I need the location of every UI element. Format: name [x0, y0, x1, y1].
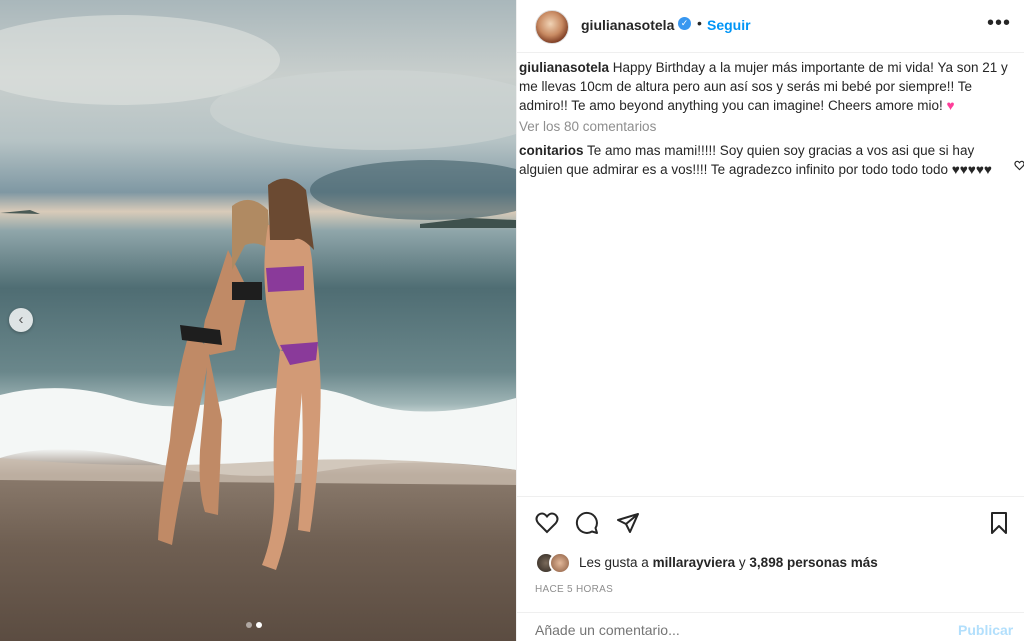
likes-and: y	[738, 555, 746, 570]
beach-photo-illustration	[0, 15, 516, 570]
view-all-comments-link[interactable]: Ver los 80 comentarios	[519, 119, 656, 134]
avatar[interactable]	[535, 10, 569, 44]
carousel-prev-button[interactable]: ‹	[9, 308, 33, 332]
likes-count-link[interactable]: 3,898 personas más	[749, 555, 877, 570]
bookmark-icon[interactable]	[987, 511, 1013, 537]
comment-like-icon[interactable]	[1014, 160, 1024, 174]
comment-username[interactable]: conitarios	[519, 143, 584, 158]
liker-username[interactable]: millarayviera	[653, 555, 736, 570]
carousel-indicator	[246, 622, 262, 628]
comment-bubble-icon[interactable]	[575, 511, 601, 537]
likes-text: Les gusta a millarayviera y 3,898 person…	[579, 555, 878, 570]
verified-badge-icon: ✓	[678, 17, 691, 30]
post-photo[interactable]: ‹	[0, 0, 516, 641]
post-actions	[517, 496, 1024, 549]
post-header: giulianasotela ✓ • Seguir •••	[517, 0, 1024, 53]
caption-username[interactable]: giulianasotela	[519, 60, 609, 75]
heart-outline-icon[interactable]	[535, 511, 561, 537]
follow-button[interactable]: Seguir	[707, 17, 751, 33]
chevron-left-icon: ‹	[18, 311, 24, 328]
post-author-username[interactable]: giulianasotela	[581, 17, 674, 33]
paper-plane-icon[interactable]	[616, 511, 642, 537]
post-timestamp: HACE 5 HORAS	[535, 584, 614, 595]
header-separator: •	[697, 15, 702, 31]
liker-avatar	[549, 552, 571, 574]
comment-input[interactable]	[535, 622, 915, 638]
carousel-dot	[246, 622, 252, 628]
post-caption: giulianasotela Happy Birthday a la mujer…	[519, 58, 1011, 115]
comment-text: Te amo mas mami!!!!! Soy quien soy graci…	[519, 143, 992, 177]
publish-button[interactable]: Publicar	[958, 622, 1013, 638]
post-sidebar: giulianasotela ✓ • Seguir ••• giulianaso…	[516, 0, 1024, 641]
comment-item: conitarios Te amo mas mami!!!!! Soy quie…	[519, 141, 995, 179]
carousel-dot-active	[256, 622, 262, 628]
pink-heart-emoji: ♥	[946, 98, 955, 113]
likes-prefix: Les gusta a	[579, 555, 649, 570]
add-comment-bar: Publicar	[517, 612, 1024, 642]
more-options-icon[interactable]: •••	[987, 13, 1011, 33]
